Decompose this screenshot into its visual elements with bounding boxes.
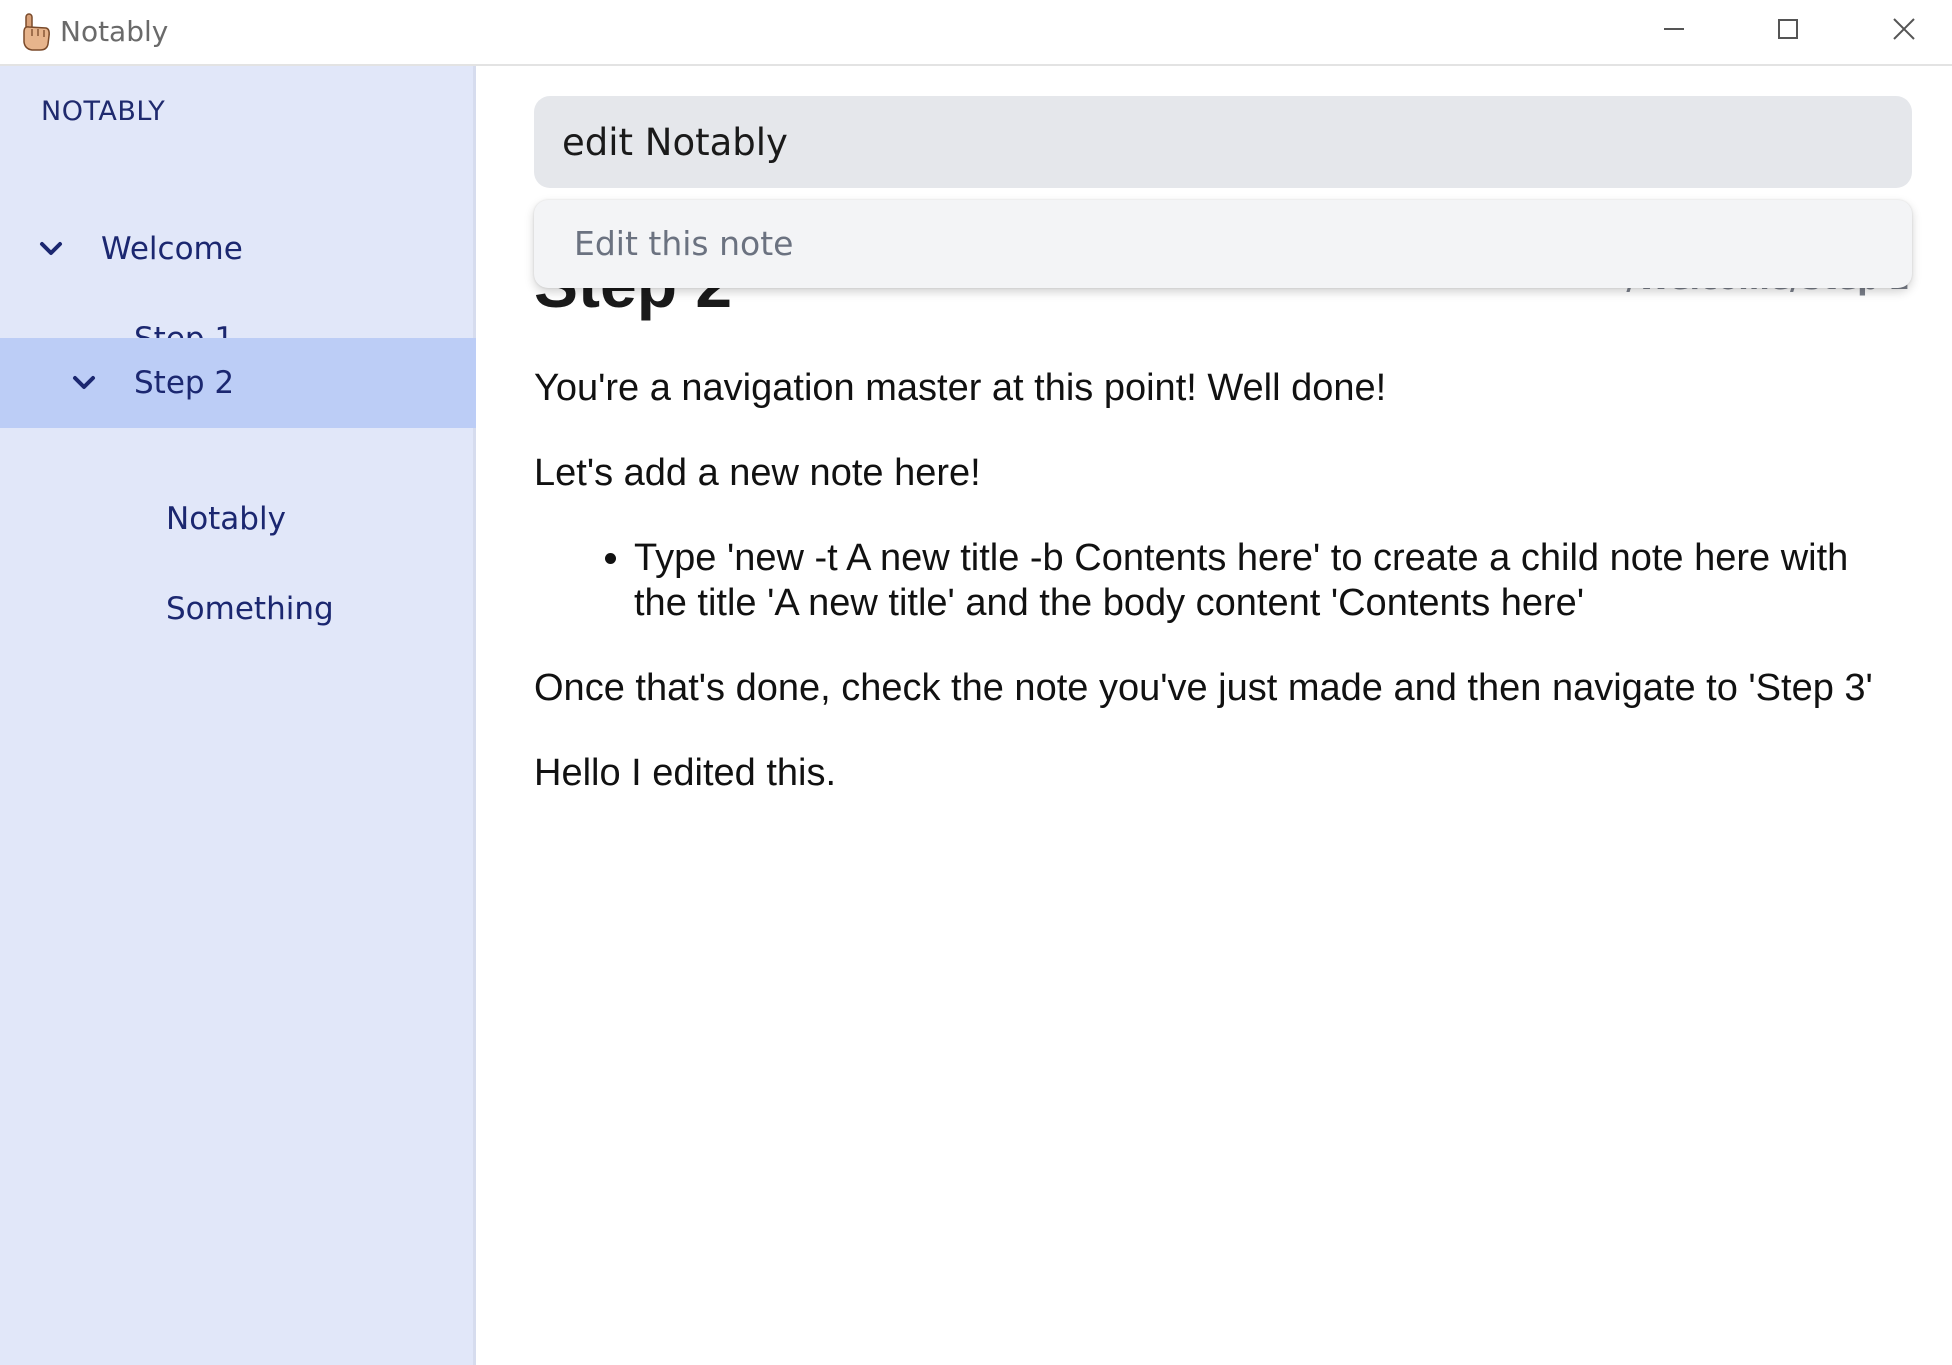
sidebar-item-welcome[interactable]: Welcome bbox=[0, 204, 476, 294]
maximize-icon bbox=[1776, 17, 1800, 46]
sidebar-item-step-2[interactable]: Step 2 bbox=[0, 338, 476, 428]
sidebar-item-label: Something bbox=[166, 591, 334, 627]
command-suggestions: Edit this note bbox=[534, 200, 1912, 288]
title-bar: Notably bbox=[0, 0, 1952, 66]
chevron-down-icon[interactable] bbox=[36, 234, 66, 264]
sidebar-item-notably[interactable]: Notably bbox=[0, 474, 476, 564]
sidebar: NOTABLY Welcome Step 1 Step 2 Notably So… bbox=[0, 66, 476, 1365]
maximize-button[interactable] bbox=[1732, 0, 1844, 62]
command-input[interactable] bbox=[534, 96, 1912, 188]
suggestion-edit-this-note[interactable]: Edit this note bbox=[574, 224, 793, 263]
sidebar-item-label: Notably bbox=[166, 501, 286, 537]
close-button[interactable] bbox=[1848, 0, 1952, 62]
note-paragraph: Hello I edited this. bbox=[534, 752, 837, 794]
minimize-icon bbox=[1662, 17, 1686, 46]
note-paragraph: Let's add a new note here! bbox=[534, 452, 981, 494]
list-item: Type 'new -t A new title -b Contents her… bbox=[634, 536, 1910, 626]
sidebar-item-label: Step 2 bbox=[134, 365, 235, 401]
pointing-hand-icon bbox=[20, 12, 52, 52]
chevron-down-icon[interactable] bbox=[69, 368, 99, 398]
sidebar-item-something[interactable]: Something bbox=[0, 564, 476, 654]
note-bullet-list: Type 'new -t A new title -b Contents her… bbox=[534, 536, 1910, 626]
note-body: You're a navigation master at this point… bbox=[534, 366, 1910, 836]
note-paragraph: You're a navigation master at this point… bbox=[534, 367, 1387, 409]
sidebar-heading: NOTABLY bbox=[41, 96, 166, 127]
sidebar-item-label: Welcome bbox=[101, 231, 243, 267]
app-window: Notably NOTABLY Welcome Step 1 bbox=[0, 0, 1952, 1365]
close-icon bbox=[1891, 16, 1917, 47]
note-paragraph: Once that's done, check the note you've … bbox=[534, 667, 1873, 709]
minimize-button[interactable] bbox=[1618, 0, 1730, 62]
note-view: Step 2 /Welcome/Step 2 You're a navigati… bbox=[476, 66, 1952, 1365]
window-title: Notably bbox=[60, 15, 169, 48]
